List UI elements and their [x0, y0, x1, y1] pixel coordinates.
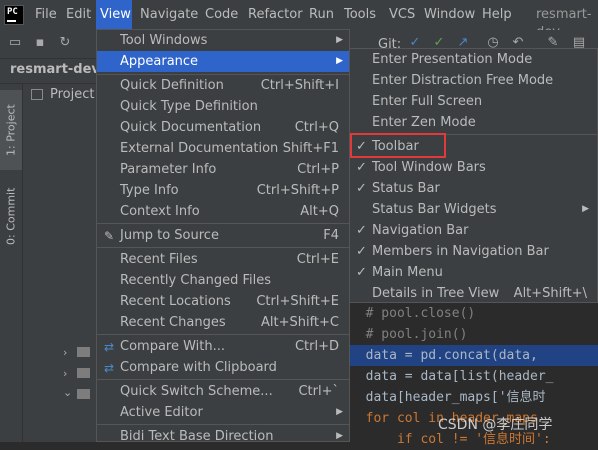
menu-navigate[interactable]: Navigate: [140, 6, 198, 24]
main-menubar: PC File Edit View Navigate Code Refactor…: [0, 0, 598, 40]
submenu-item-zen-mode[interactable]: Enter Zen Mode: [350, 112, 597, 133]
pencil-icon: ✎: [103, 229, 115, 243]
submenu-item-navigation-bar[interactable]: ✓ Navigation Bar: [350, 220, 597, 241]
menu-item-quick-documentation[interactable]: Quick Documentation Ctrl+Q: [97, 117, 349, 138]
code-line-selected: data = pd.concat(data,: [350, 345, 598, 366]
menu-tools[interactable]: Tools: [344, 6, 376, 24]
menu-item-appearance[interactable]: Appearance ▶: [97, 51, 349, 72]
menu-item-quick-definition[interactable]: Quick Definition Ctrl+Shift+I: [97, 75, 349, 96]
submenu-item-status-bar[interactable]: ✓ Status Bar: [350, 178, 597, 199]
menu-item-external-documentation[interactable]: External Documentation Shift+F1: [97, 138, 349, 159]
menu-view[interactable]: View: [96, 0, 132, 30]
menu-help[interactable]: Help: [482, 6, 512, 24]
submenu-item-main-menu[interactable]: ✓ Main Menu: [350, 262, 597, 283]
open-folder-icon[interactable]: ▭: [8, 36, 22, 50]
submenu-item-presentation-mode[interactable]: Enter Presentation Mode: [350, 49, 597, 70]
view-menu-dropdown: Tool Windows ▶ Appearance ▶ Quick Definiti…: [96, 29, 350, 444]
submenu-item-members-nav-bar[interactable]: ✓ Members in Navigation Bar: [350, 241, 597, 262]
menu-separator: [97, 223, 349, 224]
folder-icon: [77, 347, 90, 357]
project-view-icon: [31, 89, 43, 100]
save-icon[interactable]: ▪: [33, 36, 47, 50]
compare-clipboard-icon: ⇄: [103, 361, 115, 375]
tab-commit[interactable]: 0: Commit: [0, 176, 22, 256]
folder-icon: [77, 368, 90, 378]
sync-icon[interactable]: ↻: [58, 36, 72, 50]
menu-item-recent-locations[interactable]: Recent Locations Ctrl+Shift+E: [97, 291, 349, 312]
menu-item-context-info[interactable]: Context Info Alt+Q: [97, 201, 349, 222]
tab-project[interactable]: 1: Project: [0, 90, 22, 170]
menu-refactor[interactable]: Refactor: [248, 6, 303, 24]
submenu-item-tool-window-bars[interactable]: ✓ Tool Window Bars: [350, 157, 597, 178]
menu-file[interactable]: File: [35, 6, 57, 24]
menu-run[interactable]: Run: [309, 6, 334, 24]
menu-code[interactable]: Code: [205, 6, 238, 24]
checkmark-icon: ✓: [356, 244, 367, 259]
menu-item-compare-clipboard[interactable]: ⇄ Compare with Clipboard: [97, 357, 349, 378]
menu-separator: [97, 247, 349, 248]
menu-item-tool-windows[interactable]: Tool Windows ▶: [97, 30, 349, 51]
menu-item-compare-with[interactable]: ⇄ Compare With... Ctrl+D: [97, 336, 349, 357]
code-line: data = data[list(header_: [350, 369, 554, 384]
menu-item-active-editor[interactable]: Active Editor ▶: [97, 402, 349, 423]
menu-edit[interactable]: Edit: [66, 6, 91, 24]
code-line: # pool.join(): [350, 327, 468, 342]
watermark: CSDN @李庄同学: [438, 417, 553, 433]
submenu-item-full-screen[interactable]: Enter Full Screen: [350, 91, 597, 112]
menu-window[interactable]: Window: [424, 6, 475, 24]
appearance-submenu: Enter Presentation Mode Enter Distractio…: [349, 48, 598, 303]
tree-expand-icon[interactable]: ›: [63, 346, 67, 359]
menu-item-type-info[interactable]: Type Info Ctrl+Shift+P: [97, 180, 349, 201]
submenu-item-details-tree-view[interactable]: Details in Tree View Alt+Shift+\: [350, 283, 597, 304]
menu-separator: [97, 424, 349, 425]
submenu-item-status-bar-widgets[interactable]: Status Bar Widgets ▶: [350, 199, 597, 220]
menu-item-parameter-info[interactable]: Parameter Info Ctrl+P: [97, 159, 349, 180]
checkmark-icon: ✓: [356, 265, 367, 280]
code-line: data[header_maps['信息时: [350, 390, 546, 405]
checkmark-icon: ✓: [356, 160, 367, 175]
checkmark-icon: ✓: [356, 181, 367, 196]
code-line: # pool.close(): [350, 306, 476, 321]
menu-item-quick-switch-scheme[interactable]: Quick Switch Scheme... Ctrl+`: [97, 381, 349, 402]
pycharm-logo-icon: PC: [4, 5, 24, 25]
tree-expand-icon[interactable]: ›: [63, 367, 67, 380]
menu-separator: [97, 379, 349, 380]
left-tool-strip: 1: Project 0: Commit: [0, 84, 23, 442]
highlight-box: [350, 133, 446, 158]
compare-icon: ⇄: [103, 340, 115, 354]
menu-item-recent-files[interactable]: Recent Files Ctrl+E: [97, 249, 349, 270]
folder-icon: [77, 389, 90, 399]
menu-item-quick-type-definition[interactable]: Quick Type Definition: [97, 96, 349, 117]
project-panel-label[interactable]: Project: [50, 87, 94, 102]
menu-item-recent-changes[interactable]: Recent Changes Alt+Shift+C: [97, 312, 349, 333]
menu-separator: [97, 334, 349, 335]
menu-item-bidi-text[interactable]: Bidi Text Base Direction ▶: [97, 426, 349, 447]
window-title: resmart-dev: [536, 7, 592, 40]
nav-project[interactable]: resmart-dev: [10, 62, 100, 77]
menu-vcs[interactable]: VCS: [389, 6, 415, 24]
menu-item-recently-changed-files[interactable]: Recently Changed Files: [97, 270, 349, 291]
tree-collapse-icon[interactable]: ⌄: [63, 386, 72, 399]
menu-item-jump-to-source[interactable]: ✎ Jump to Source F4: [97, 225, 349, 246]
checkmark-icon: ✓: [356, 223, 367, 238]
submenu-item-distraction-free[interactable]: Enter Distraction Free Mode: [350, 70, 597, 91]
project-panel: Project › › ⌄: [23, 84, 98, 442]
